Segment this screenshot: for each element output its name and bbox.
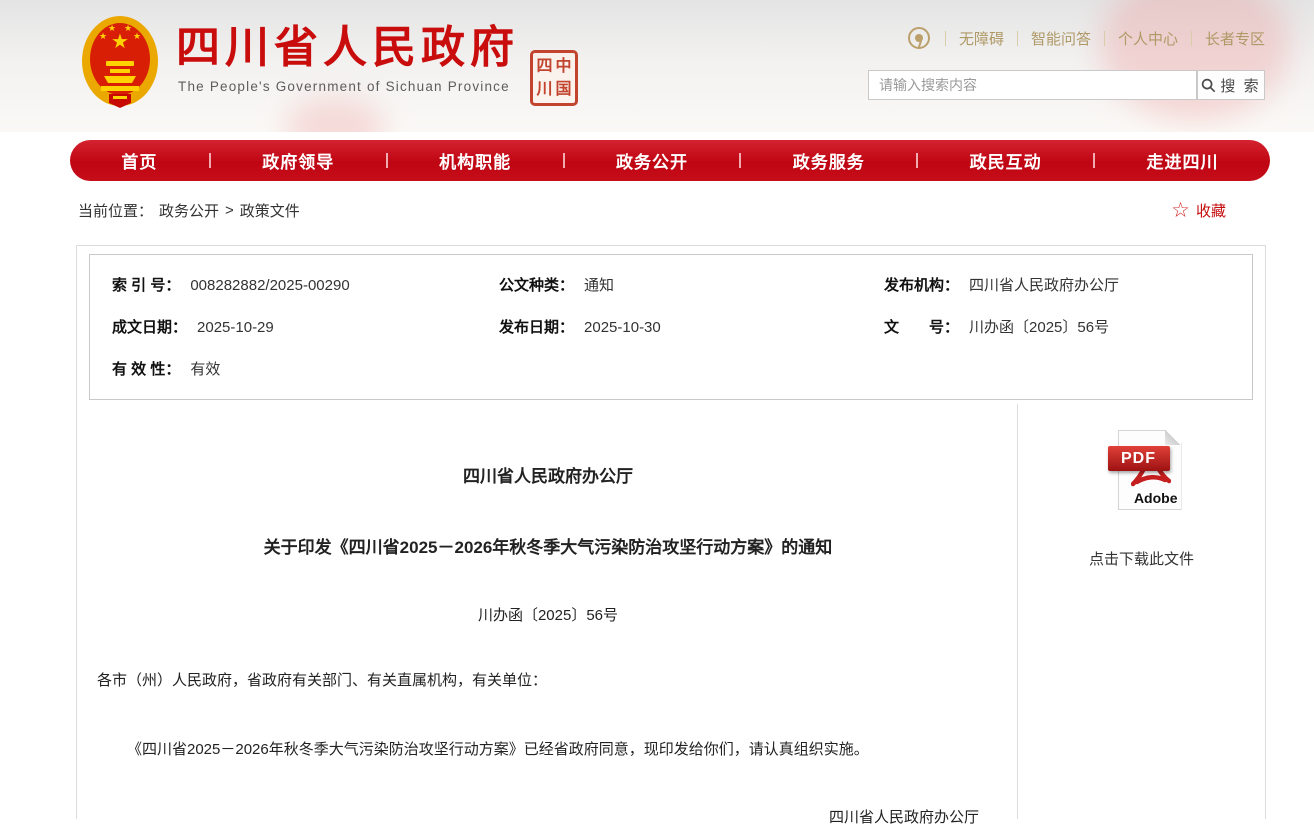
nav-item-government-affairs[interactable]: 政务公开 (616, 148, 688, 173)
divider (1104, 31, 1105, 46)
link-accessibility[interactable]: 无障碍 (959, 28, 1004, 49)
document-number: 川办函〔2025〕56号 (97, 604, 999, 625)
svg-text:★: ★ (111, 31, 129, 53)
nav-separator (563, 153, 565, 168)
breadcrumb-item-policy-documents[interactable]: 政策文件 (240, 200, 300, 221)
page-fold-corner (1165, 431, 1181, 445)
field-value: 2025-10-30 (584, 319, 661, 336)
svg-text:★: ★ (108, 23, 116, 33)
document-title: 关于印发《四川省2025－2026年秋冬季大气污染防治攻坚行动方案》的通知 (97, 533, 999, 558)
svg-text:★: ★ (124, 23, 132, 33)
main-navigation: 首页 政府领导 机构职能 政务公开 政务服务 政民互动 走进四川 (70, 140, 1270, 181)
nav-item-government-leaders[interactable]: 政府领导 (262, 148, 334, 173)
breadcrumb-separator: > (225, 202, 234, 219)
nav-item-discover-sichuan[interactable]: 走进四川 (1146, 148, 1218, 173)
field-value: 有效 (190, 358, 220, 379)
metadata-field-document-number: 文 号： 川办函〔2025〕56号 (884, 316, 1252, 337)
site-subtitle-english: The People's Government of Sichuan Provi… (178, 79, 510, 94)
field-label: 有 效 性： (112, 358, 180, 379)
nav-item-home[interactable]: 首页 (121, 148, 157, 173)
site-header: ★ ★ ★ ★ ★ 四川省人民政府 The People's Governmen… (0, 0, 1314, 132)
background-watermark (285, 98, 385, 132)
field-value: 四川省人民政府办公厅 (969, 274, 1119, 295)
metadata-row: 有 效 性： 有效 (90, 347, 1252, 389)
svg-text:★: ★ (133, 31, 141, 41)
field-label: 索 引 号： (112, 274, 180, 295)
nav-separator (386, 153, 388, 168)
field-label: 发布日期： (499, 316, 574, 337)
nav-item-institutional-functions[interactable]: 机构职能 (439, 148, 511, 173)
field-label: 成文日期： (112, 316, 187, 337)
pdf-file-icon[interactable]: Adobe PDF (1094, 430, 1190, 512)
svg-text:★: ★ (99, 31, 107, 41)
field-label: 发布机构： (884, 274, 959, 295)
national-emblem-logo[interactable]: ★ ★ ★ ★ ★ (80, 15, 160, 115)
star-icon: ☆ (1171, 200, 1190, 221)
nav-separator (209, 153, 211, 168)
document-body-paragraph: 《四川省2025－2026年秋冬季大气污染防治攻坚行动方案》已经省政府同意，现印… (97, 738, 999, 762)
document-issuing-org: 四川省人民政府办公厅 (97, 462, 999, 487)
nav-item-government-services[interactable]: 政务服务 (793, 148, 865, 173)
pdf-label-band: PDF (1108, 446, 1170, 471)
field-value: 008282882/2025-00290 (190, 277, 349, 294)
nav-separator (916, 153, 918, 168)
search-bar: 搜 索 (868, 70, 1265, 100)
metadata-field-index-number: 索 引 号： 008282882/2025-00290 (112, 274, 499, 295)
favorite-label: 收藏 (1196, 200, 1226, 221)
adobe-brand-label: Adobe (1134, 490, 1178, 506)
metadata-row: 成文日期： 2025-10-29 发布日期： 2025-10-30 文 号： 川… (90, 305, 1252, 347)
breadcrumb: 当前位置： 政务公开 > 政策文件 (78, 200, 300, 221)
breadcrumb-label: 当前位置： (78, 200, 153, 221)
seal-char: 国 (555, 82, 571, 98)
page: ★ ★ ★ ★ ★ 四川省人民政府 The People's Governmen… (0, 0, 1314, 818)
breadcrumb-row: 当前位置： 政务公开 > 政策文件 ☆ 收藏 (78, 200, 1266, 221)
sichuan-china-seal: 四 中 川 国 (530, 50, 578, 106)
search-button[interactable]: 搜 索 (1197, 70, 1265, 100)
divider (945, 31, 946, 46)
metadata-field-document-type: 公文种类： 通知 (499, 274, 884, 295)
document-panel: 索 引 号： 008282882/2025-00290 公文种类： 通知 发布机… (76, 245, 1266, 819)
document-area: 四川省人民政府办公厅 关于印发《四川省2025－2026年秋冬季大气污染防治攻坚… (77, 404, 1265, 819)
download-sidebar: Adobe PDF 点击下载此文件 (1017, 404, 1265, 819)
field-label: 公文种类： (499, 274, 574, 295)
divider (1017, 31, 1018, 46)
document-metadata-table: 索 引 号： 008282882/2025-00290 公文种类： 通知 发布机… (89, 254, 1253, 400)
link-senior-zone[interactable]: 长者专区 (1205, 28, 1265, 49)
site-title[interactable]: 四川省人民政府 (176, 24, 519, 72)
field-value: 通知 (584, 274, 614, 295)
background-watermark (1100, 0, 1290, 120)
metadata-field-written-date: 成文日期： 2025-10-29 (112, 316, 499, 337)
search-button-label: 搜 索 (1220, 75, 1260, 96)
nav-separator (1093, 153, 1095, 168)
breadcrumb-item-government-affairs[interactable]: 政务公开 (159, 200, 219, 221)
nav-separator (739, 153, 741, 168)
seal-char: 川 (536, 82, 552, 98)
metadata-field-validity: 有 效 性： 有效 (112, 358, 499, 379)
metadata-field-publish-date: 发布日期： 2025-10-30 (499, 316, 884, 337)
field-value: 川办函〔2025〕56号 (969, 316, 1109, 337)
download-file-link[interactable]: 点击下载此文件 (1089, 548, 1194, 569)
field-value: 2025-10-29 (197, 319, 274, 336)
document-content: 四川省人民政府办公厅 关于印发《四川省2025－2026年秋冬季大气污染防治攻坚… (77, 404, 1017, 819)
metadata-row: 索 引 号： 008282882/2025-00290 公文种类： 通知 发布机… (90, 263, 1252, 305)
document-salutation: 各市（州）人民政府，省政府有关部门、有关直属机构，有关单位： (97, 669, 999, 690)
nav-item-public-interaction[interactable]: 政民互动 (970, 148, 1042, 173)
link-smart-qa[interactable]: 智能问答 (1031, 28, 1091, 49)
seal-char: 四 (536, 59, 552, 75)
voice-accessibility-icon[interactable] (908, 27, 930, 49)
seal-char: 中 (555, 59, 571, 75)
favorite-button[interactable]: ☆ 收藏 (1171, 200, 1226, 221)
field-label: 文 号： (884, 316, 959, 337)
search-input[interactable] (868, 70, 1197, 100)
metadata-field-issuing-agency: 发布机构： 四川省人民政府办公厅 (884, 274, 1252, 295)
search-icon (1201, 78, 1216, 93)
document-signature: 四川省人民政府办公厅 (97, 806, 999, 827)
utility-links: 无障碍 智能问答 个人中心 长者专区 (908, 27, 1265, 49)
link-personal-center[interactable]: 个人中心 (1118, 28, 1178, 49)
divider (1191, 31, 1192, 46)
